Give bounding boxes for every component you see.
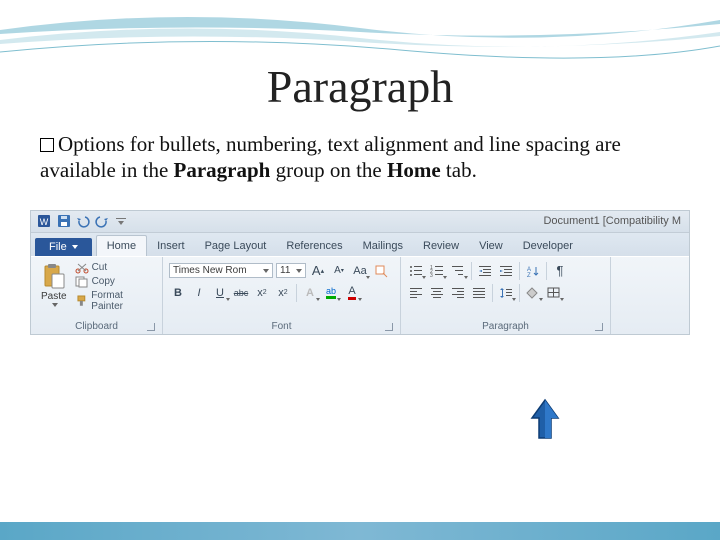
cut-button[interactable]: Cut <box>75 262 156 274</box>
tab-mailings[interactable]: Mailings <box>353 236 413 256</box>
scissors-icon <box>75 262 89 274</box>
font-color-button[interactable]: A <box>343 284 361 302</box>
strikethrough-button[interactable]: abc <box>232 284 250 302</box>
word-ribbon-screenshot: W Document1 [Compatibility M File Home I… <box>30 210 690 335</box>
superscript-button[interactable]: x2 <box>274 284 292 302</box>
qat-customize-icon[interactable] <box>113 213 129 229</box>
save-icon[interactable] <box>56 213 72 229</box>
align-right-button[interactable] <box>449 284 467 302</box>
format-painter-button[interactable]: Format Painter <box>75 290 156 312</box>
clear-formatting-button[interactable] <box>372 262 390 280</box>
bold-button[interactable]: B <box>169 284 187 302</box>
show-hide-button[interactable]: ¶ <box>551 262 569 280</box>
decrease-indent-button[interactable] <box>476 262 494 280</box>
sort-button[interactable]: AZ <box>524 262 542 280</box>
slide-body: Options for bullets, numbering, text ali… <box>40 131 680 184</box>
tab-page-layout[interactable]: Page Layout <box>195 236 277 256</box>
copy-icon <box>75 276 89 288</box>
tab-references[interactable]: References <box>276 236 352 256</box>
underline-button[interactable]: U <box>211 284 229 302</box>
ribbon-tabs: File Home Insert Page Layout References … <box>31 233 689 256</box>
subscript-button[interactable]: x2 <box>253 284 271 302</box>
ribbon-body: Paste Cut Copy <box>31 256 689 334</box>
svg-text:Z: Z <box>527 273 531 277</box>
pointer-arrow-icon <box>530 398 560 442</box>
justify-button[interactable] <box>470 284 488 302</box>
brush-icon <box>75 295 89 307</box>
font-size-combo[interactable]: 11 <box>276 263 306 278</box>
tab-home[interactable]: Home <box>96 235 147 256</box>
tab-developer[interactable]: Developer <box>513 236 583 256</box>
group-font: Times New Rom 11 A▴ A▾ Aa B I U <box>163 257 401 334</box>
line-spacing-button[interactable] <box>497 284 515 302</box>
change-case-button[interactable]: Aa <box>351 262 369 280</box>
align-center-button[interactable] <box>428 284 446 302</box>
title-bar: W Document1 [Compatibility M <box>31 211 689 233</box>
tab-review[interactable]: Review <box>413 236 469 256</box>
svg-text:W: W <box>40 217 49 227</box>
paste-button[interactable]: Paste <box>37 260 71 320</box>
group-label-paragraph: Paragraph <box>407 320 604 333</box>
font-name-combo[interactable]: Times New Rom <box>169 263 273 278</box>
shrink-font-button[interactable]: A▾ <box>330 262 348 280</box>
copy-button[interactable]: Copy <box>75 276 156 288</box>
bullets-button[interactable] <box>407 262 425 280</box>
bullet-square-icon <box>40 138 54 152</box>
grow-font-button[interactable]: A▴ <box>309 262 327 280</box>
tab-insert[interactable]: Insert <box>147 236 195 256</box>
tab-view[interactable]: View <box>469 236 513 256</box>
numbering-button[interactable]: 123 <box>428 262 446 280</box>
text-effects-button[interactable]: A <box>301 284 319 302</box>
svg-text:3: 3 <box>430 273 433 277</box>
slide-footer-bar <box>0 522 720 540</box>
borders-button[interactable] <box>545 284 563 302</box>
slide-title: Paragraph <box>40 60 680 113</box>
shading-button[interactable] <box>524 284 542 302</box>
word-app-icon: W <box>37 213 53 229</box>
align-left-button[interactable] <box>407 284 425 302</box>
italic-button[interactable]: I <box>190 284 208 302</box>
increase-indent-button[interactable] <box>497 262 515 280</box>
group-clipboard: Paste Cut Copy <box>31 257 163 334</box>
multilevel-list-button[interactable] <box>449 262 467 280</box>
document-title: Document1 [Compatibility M <box>543 215 681 227</box>
undo-icon[interactable] <box>75 213 91 229</box>
group-paragraph: 123 AZ ¶ <box>401 257 611 334</box>
file-tab[interactable]: File <box>35 238 92 256</box>
highlight-button[interactable]: ab <box>322 284 340 302</box>
redo-icon[interactable] <box>94 213 110 229</box>
group-label-font: Font <box>169 320 394 333</box>
group-label-clipboard: Clipboard <box>37 320 156 333</box>
